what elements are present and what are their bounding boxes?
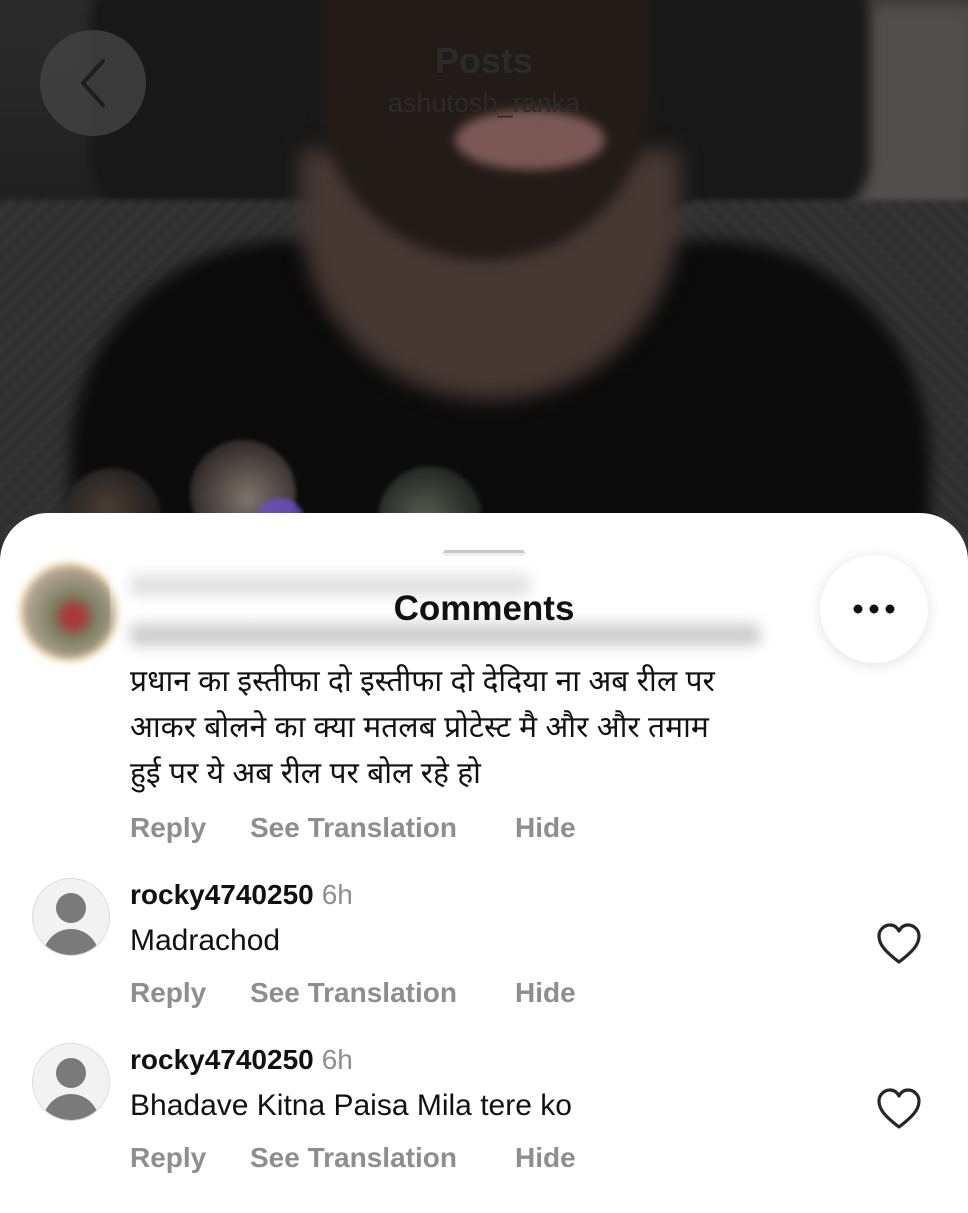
page-title: Posts [434,40,534,81]
page-username[interactable]: ashutosh_ranka [0,88,968,119]
reply-button[interactable]: Reply [130,1142,250,1174]
comment-username[interactable]: rocky4740250 6h [130,879,353,911]
comment-text: प्रधान का इस्तीफा दो इस्तीफा दो देदिया न… [130,665,715,790]
see-translation-button[interactable]: See Translation [250,812,515,844]
reply-button[interactable]: Reply [130,812,250,844]
see-translation-button[interactable]: See Translation [250,1142,515,1174]
heart-outline-icon[interactable] [876,1087,922,1131]
avatar[interactable] [32,1043,110,1121]
see-translation-button[interactable]: See Translation [250,977,515,1009]
hide-button[interactable]: Hide [515,977,576,1009]
more-options-button[interactable] [820,555,928,663]
comment-actions: Reply See Translation Hide [130,977,576,1009]
comment-text: Madrachod [130,924,281,957]
hide-button[interactable]: Hide [515,812,576,844]
comment-actions: Reply See Translation Hide [130,1142,576,1174]
heart-outline-icon[interactable] [876,922,922,966]
hide-button[interactable]: Hide [515,1142,576,1174]
comment-time: 6h [321,879,353,910]
more-horizontal-icon [853,604,895,614]
comments-sheet: Comments प्रधान का इस्तीफा दो इस्तीफा दो… [0,513,968,1213]
avatar[interactable] [32,878,110,956]
comment-time: 6h [321,1044,353,1075]
comment-actions: Reply See Translation Hide [130,812,576,844]
comment-username[interactable]: rocky4740250 6h [130,1044,353,1076]
comment-text: Bhadave Kitna Paisa Mila tere ko [130,1089,572,1122]
reply-button[interactable]: Reply [130,977,250,1009]
